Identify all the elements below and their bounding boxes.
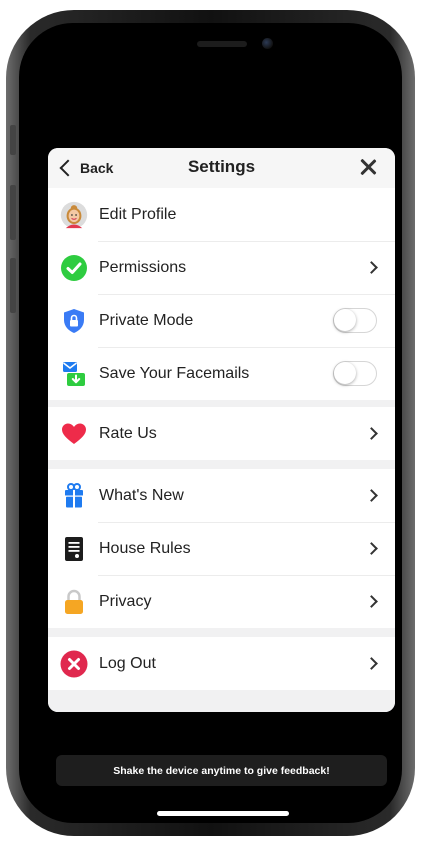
- home-indicator[interactable]: [157, 811, 289, 816]
- log-out-label: Log Out: [99, 654, 156, 672]
- modal-footer: [48, 700, 395, 712]
- chevron-right-icon: [365, 261, 378, 274]
- rate-us-row[interactable]: Rate Us: [48, 407, 395, 460]
- chevron-right-icon: [365, 542, 378, 555]
- lock-icon: [60, 588, 88, 616]
- chevron-right-icon: [365, 657, 378, 670]
- toggle-knob: [334, 309, 356, 331]
- save-facemails-row: Save Your Facemails: [48, 347, 395, 400]
- house-rules-row[interactable]: House Rules: [48, 522, 395, 575]
- account-group: Edit Profile Permissions Private Mode Sa…: [48, 188, 395, 400]
- toggle-knob: [334, 362, 356, 384]
- close-circle-icon: [60, 650, 88, 678]
- privacy-row[interactable]: Privacy: [48, 575, 395, 628]
- gift-icon: [60, 482, 88, 510]
- rate-us-label: Rate Us: [99, 424, 157, 442]
- front-camera-icon: [262, 38, 273, 49]
- edit-profile-row[interactable]: Edit Profile: [48, 188, 395, 241]
- heart-icon: [60, 420, 88, 448]
- whats-new-row[interactable]: What's New: [48, 469, 395, 522]
- feedback-banner: Shake the device anytime to give feedbac…: [56, 755, 387, 786]
- log-out-row[interactable]: Log Out: [48, 637, 395, 690]
- save-facemails-toggle[interactable]: [333, 361, 377, 386]
- volume-down-button: [10, 258, 16, 313]
- chevron-right-icon: [365, 427, 378, 440]
- permissions-row[interactable]: Permissions: [48, 241, 395, 294]
- settings-modal: Back Settings Edit Profile Permissions P…: [48, 148, 395, 712]
- privacy-label: Privacy: [99, 592, 152, 610]
- modal-header: Back Settings: [48, 148, 395, 188]
- page-title: Settings: [187, 157, 256, 176]
- chevron-right-icon: [365, 595, 378, 608]
- permissions-label: Permissions: [99, 258, 187, 276]
- info-group: What's New House Rules Privacy: [48, 469, 395, 628]
- shield-icon: [60, 307, 88, 335]
- mute-switch: [10, 125, 16, 155]
- volume-up-button: [10, 185, 16, 240]
- chevron-right-icon: [365, 489, 378, 502]
- avatar-icon: [60, 201, 88, 229]
- private-mode-row: Private Mode: [48, 294, 395, 347]
- house-rules-label: House Rules: [99, 539, 191, 557]
- logout-group: Log Out: [48, 637, 395, 690]
- rate-group: Rate Us: [48, 407, 395, 460]
- checkmark-circle-icon: [60, 254, 88, 282]
- private-mode-label: Private Mode: [99, 311, 194, 329]
- download-mail-icon: [60, 360, 88, 388]
- close-button[interactable]: [359, 158, 377, 176]
- speaker-grille: [197, 41, 247, 47]
- edit-profile-label: Edit Profile: [99, 205, 177, 223]
- document-icon: [60, 535, 88, 563]
- save-facemails-label: Save Your Facemails: [99, 364, 250, 382]
- private-mode-toggle[interactable]: [333, 308, 377, 333]
- whats-new-label: What's New: [99, 486, 184, 504]
